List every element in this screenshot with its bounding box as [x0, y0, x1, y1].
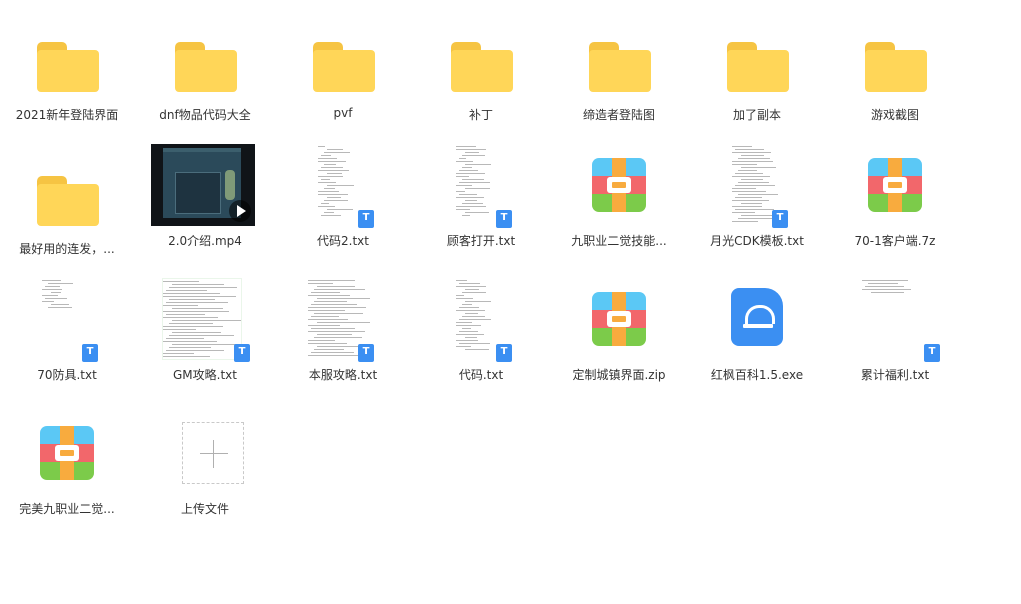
text-badge-icon — [924, 344, 940, 362]
file-tile-archive[interactable]: 九职业二觉技能... — [554, 138, 684, 264]
file-name: 定制城镇界面.zip — [572, 368, 666, 382]
folder-icon — [451, 42, 513, 92]
text-badge-icon — [358, 344, 374, 362]
archive-icon — [592, 292, 646, 346]
file-name: 累计福利.txt — [860, 368, 930, 382]
archive-icon — [592, 158, 646, 212]
file-name: 补丁 — [468, 108, 493, 122]
play-icon — [229, 200, 251, 222]
file-tile-exe[interactable]: 红枫百科1.5.exe — [692, 272, 822, 398]
file-tile-folder[interactable]: 最好用的连发，... — [2, 152, 132, 278]
file-tile-folder[interactable]: pvf — [278, 18, 408, 144]
file-tile-text[interactable]: 累计福利.txt — [830, 272, 960, 398]
file-name: 缔造者登陆图 — [582, 108, 655, 122]
file-tile-folder[interactable]: 缔造者登陆图 — [554, 18, 684, 144]
file-name: 最好用的连发，... — [19, 242, 115, 256]
text-badge-icon — [496, 210, 512, 228]
file-name: 顾客打开.txt — [446, 234, 516, 248]
file-tile-text[interactable]: 顾客打开.txt — [416, 138, 546, 264]
text-badge-icon — [496, 344, 512, 362]
file-tile-folder[interactable]: 游戏截图 — [830, 18, 960, 144]
folder-icon — [865, 42, 927, 92]
plus-icon — [182, 422, 244, 484]
file-name: 加了副本 — [732, 108, 781, 122]
file-name: 代码2.txt — [317, 234, 369, 248]
text-badge-icon — [358, 210, 374, 228]
folder-icon — [313, 42, 375, 92]
file-name: pvf — [333, 106, 353, 120]
archive-icon — [868, 158, 922, 212]
file-name: 70防具.txt — [37, 368, 97, 382]
file-grid: 2021新年登陆界面 dnf物品代码大全 pvf 补丁 缔造者登陆图 加了副本 … — [0, 0, 1021, 604]
file-tile-video[interactable]: 2.0介绍.mp4 — [140, 138, 270, 264]
file-name: 70-1客户端.7z — [854, 234, 936, 248]
file-name: 九职业二觉技能... — [571, 234, 667, 248]
file-name: 红枫百科1.5.exe — [710, 368, 804, 382]
file-tile-text[interactable]: 月光CDK模板.txt — [692, 138, 822, 264]
file-tile-text[interactable]: 代码2.txt — [278, 138, 408, 264]
file-name: 完美九职业二觉... — [19, 502, 115, 516]
upload-file-button[interactable]: 上传文件 — [140, 406, 270, 532]
exe-app-icon — [731, 288, 783, 346]
file-tile-folder[interactable]: 补丁 — [416, 18, 546, 144]
folder-icon — [727, 42, 789, 92]
text-badge-icon — [772, 210, 788, 228]
file-name: 月光CDK模板.txt — [710, 234, 804, 248]
folder-icon — [589, 42, 651, 92]
folder-icon — [37, 176, 99, 226]
text-file-icon — [162, 278, 242, 360]
file-name: 2021新年登陆界面 — [15, 108, 119, 122]
file-tile-folder[interactable]: 2021新年登陆界面 — [2, 18, 132, 144]
file-tile-folder[interactable]: dnf物品代码大全 — [140, 18, 270, 144]
file-tile-text[interactable]: GM攻略.txt — [140, 272, 270, 398]
file-tile-archive[interactable]: 完美九职业二觉... — [2, 406, 132, 532]
file-tile-archive[interactable]: 定制城镇界面.zip — [554, 272, 684, 398]
file-name: 游戏截图 — [870, 108, 919, 122]
folder-icon — [37, 42, 99, 92]
file-name: 本服攻略.txt — [308, 368, 378, 382]
file-tile-text[interactable]: 本服攻略.txt — [278, 272, 408, 398]
file-tile-text[interactable]: 代码.txt — [416, 272, 546, 398]
file-tile-text[interactable]: 70防具.txt — [2, 272, 132, 398]
video-thumbnail-icon — [151, 144, 255, 226]
file-name: 代码.txt — [458, 368, 504, 382]
upload-label: 上传文件 — [180, 502, 229, 516]
file-name: 2.0介绍.mp4 — [168, 234, 242, 248]
text-badge-icon — [82, 344, 98, 362]
file-name: GM攻略.txt — [173, 368, 237, 382]
folder-icon — [175, 42, 237, 92]
text-file-icon — [862, 278, 918, 358]
text-badge-icon — [234, 344, 250, 362]
archive-icon — [40, 426, 94, 480]
file-tile-archive[interactable]: 70-1客户端.7z — [830, 138, 960, 264]
file-tile-folder[interactable]: 加了副本 — [692, 18, 822, 144]
file-name: dnf物品代码大全 — [159, 108, 251, 122]
